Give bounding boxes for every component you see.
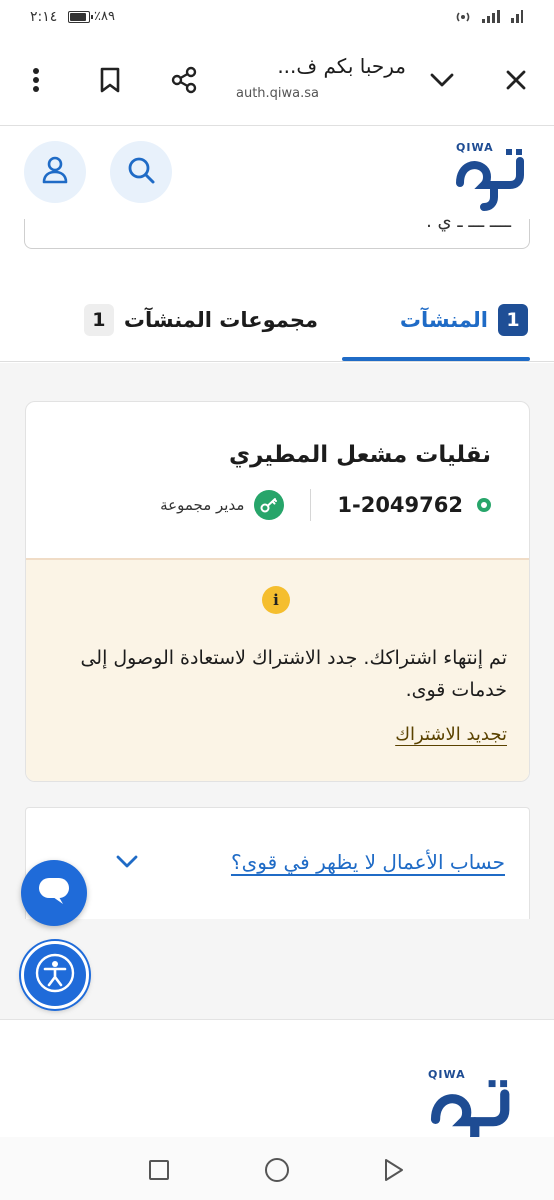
tab-label: المنشآت: [399, 308, 488, 332]
establishment-card[interactable]: نقليات مشعل المطيري 1-2049762 مدير مجموع…: [25, 401, 530, 782]
signal-icon: [480, 8, 502, 28]
recent-apps-icon[interactable]: [146, 1157, 172, 1183]
accessibility-icon: [34, 952, 76, 998]
establishment-tabs: 1 المنشآت مجموعات المنشآت 1: [0, 280, 554, 362]
qiwa-logo-mark: [456, 149, 524, 211]
tab-count-badge: 1: [83, 304, 114, 336]
subscription-expired-alert: i تم إنتهاء اشتراكك. جدد الاشتراك لاستعا…: [26, 558, 529, 781]
key-icon: [254, 490, 285, 520]
status-bar: ٢:١٤ ٪٨٩: [0, 0, 554, 36]
divider: [310, 489, 312, 521]
site-footer: QIWA: [0, 1019, 554, 1152]
share-icon[interactable]: [164, 60, 204, 100]
main-content: نقليات مشعل المطيري 1-2049762 مدير مجموع…: [0, 363, 554, 1019]
browser-toolbar: مرحبا بكم ف... auth.qiwa.sa: [0, 36, 554, 126]
establishment-meta: 1-2049762 مدير مجموعة: [160, 488, 491, 522]
site-header: QIWA: [0, 127, 554, 219]
qiwa-logo[interactable]: QIWA: [450, 135, 528, 213]
signal-icon-2: [510, 8, 524, 28]
hotspot-icon: [454, 8, 472, 28]
accessibility-button[interactable]: [21, 941, 89, 1009]
user-account-button[interactable]: [24, 141, 86, 203]
close-icon[interactable]: [496, 60, 536, 100]
page-title: مرحبا بكم ف...: [277, 54, 406, 78]
help-question-link[interactable]: حساب الأعمال لا يظهر في قوى؟: [231, 850, 505, 874]
active-tab-indicator: [342, 357, 530, 361]
info-icon: i: [262, 586, 290, 614]
establishment-name: نقليات مشعل المطيري: [228, 442, 491, 468]
system-navigation-bar: [0, 1137, 554, 1200]
status-dot: [477, 498, 491, 512]
partial-text: ــــ ـــ ـ ي .: [426, 219, 511, 232]
establishment-number: 1-2049762: [337, 493, 463, 517]
tab-establishment-groups[interactable]: مجموعات المنشآت 1: [83, 300, 318, 340]
alert-message: تم إنتهاء اشتراكك. جدد الاشتراك لاستعادة…: [80, 647, 507, 701]
home-icon[interactable]: [264, 1157, 290, 1183]
back-icon[interactable]: [380, 1157, 406, 1183]
url-display[interactable]: مرحبا بكم ف... auth.qiwa.sa: [236, 54, 406, 101]
status-indicators: [454, 8, 524, 28]
more-options-icon[interactable]: [16, 60, 56, 100]
chevron-down-icon[interactable]: [422, 60, 462, 100]
tab-establishments[interactable]: 1 المنشآت: [400, 300, 528, 340]
search-icon: [126, 155, 156, 189]
bookmark-icon[interactable]: [90, 60, 130, 100]
status-time: ٢:١٤: [30, 9, 58, 25]
role-label: مدير مجموعة: [160, 496, 245, 514]
chat-button[interactable]: [21, 860, 87, 926]
search-button[interactable]: [110, 141, 172, 203]
chevron-down-icon[interactable]: [116, 854, 138, 873]
renew-subscription-link[interactable]: تجديد الاشتراك: [395, 724, 507, 745]
url-host: auth.qiwa.sa: [236, 86, 320, 101]
tab-count-badge: 1: [498, 304, 528, 336]
help-accordion[interactable]: حساب الأعمال لا يظهر في قوى؟: [25, 807, 530, 919]
chat-bubble-icon: [37, 875, 71, 911]
tab-label: مجموعات المنشآت: [123, 308, 318, 332]
battery-percent: ٪٨٩: [94, 9, 115, 24]
partially-visible-panel: ــــ ـــ ـ ي .: [24, 219, 530, 249]
battery-icon: [68, 11, 93, 23]
user-icon: [42, 156, 68, 188]
